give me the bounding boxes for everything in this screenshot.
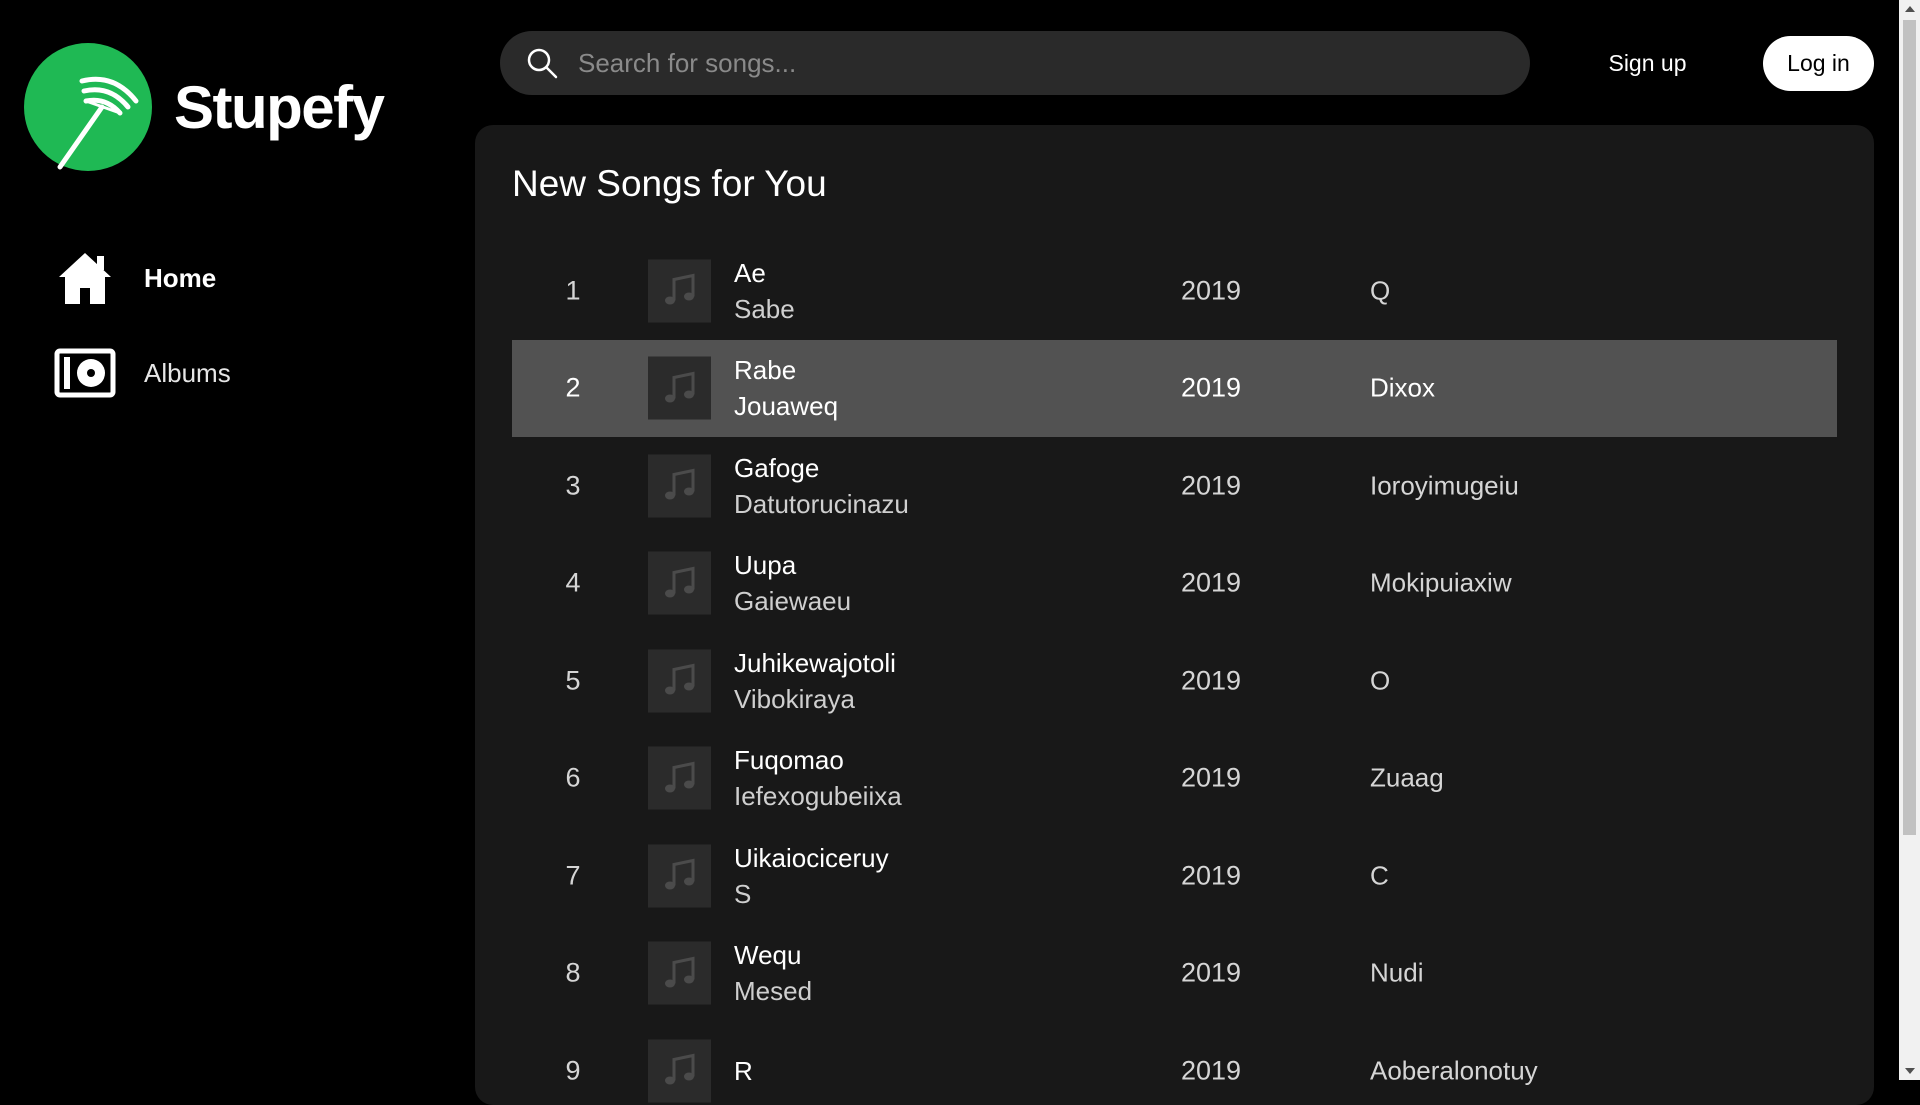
song-number: 4 (565, 567, 581, 598)
song-row[interactable]: 3 Gafoge Datutorucinazu 2019 Ioroyimugeiu (512, 437, 1837, 535)
song-album[interactable]: C (1370, 860, 1389, 891)
song-info: Uupa Gaiewaeu (734, 547, 851, 619)
song-number: 2 (565, 372, 581, 403)
music-note-icon (648, 1039, 711, 1103)
home-icon (54, 250, 116, 306)
music-note-icon (648, 259, 711, 323)
music-note-icon (648, 649, 711, 713)
song-artist[interactable]: Gaiewaeu (734, 583, 851, 619)
song-row[interactable]: 6 Fuqomao Iefexogubeiixa 2019 Zuaag (512, 730, 1837, 828)
song-album[interactable]: Q (1370, 275, 1390, 306)
song-artist[interactable]: Jouaweq (734, 388, 838, 424)
song-year: 2019 (1181, 372, 1242, 403)
search-input[interactable] (576, 46, 1530, 80)
song-year: 2019 (1181, 860, 1242, 891)
song-number: 6 (565, 762, 581, 793)
song-artist[interactable]: Mesed (734, 973, 812, 1009)
song-row[interactable]: 2 Rabe Jouaweq 2019 Dixox (512, 339, 1837, 437)
song-year: 2019 (1181, 762, 1242, 793)
song-year: 2019 (1181, 470, 1242, 501)
scrollbar[interactable] (1899, 0, 1920, 1080)
song-album[interactable]: Dixox (1370, 373, 1435, 404)
song-title[interactable]: Uupa (734, 547, 851, 583)
song-info: Uikaiociceruy S (734, 840, 889, 912)
song-album[interactable]: Aoberalonotuy (1370, 1055, 1538, 1086)
song-row[interactable]: 9 R 2019 Aoberalonotuy (512, 1022, 1837, 1105)
song-row[interactable]: 4 Uupa Gaiewaeu 2019 Mokipuiaxiw (512, 535, 1837, 633)
song-title[interactable]: Wequ (734, 937, 812, 973)
song-year: 2019 (1181, 957, 1242, 988)
song-title[interactable]: Ae (734, 255, 795, 291)
song-info: Rabe Jouaweq (734, 352, 838, 424)
song-info: Fuqomao Iefexogubeiixa (734, 742, 902, 814)
song-artist[interactable]: Sabe (734, 291, 795, 327)
song-title[interactable]: Fuqomao (734, 742, 902, 778)
sidebar: Stupefy Home Albums (0, 0, 475, 1080)
music-note-icon (648, 356, 711, 420)
song-row[interactable]: 8 Wequ Mesed 2019 Nudi (512, 925, 1837, 1023)
song-info: Ae Sabe (734, 255, 795, 327)
scrollbar-thumb[interactable] (1903, 20, 1916, 835)
song-row[interactable]: 5 Juhikewajotoli Vibokiraya 2019 O (512, 632, 1837, 730)
music-note-icon (648, 746, 711, 810)
song-year: 2019 (1181, 665, 1242, 696)
song-artist[interactable]: S (734, 876, 889, 912)
scroll-up-arrow-icon[interactable] (1899, 0, 1920, 18)
song-year: 2019 (1181, 275, 1242, 306)
music-note-icon (648, 941, 711, 1005)
song-number: 9 (565, 1055, 581, 1086)
signup-button[interactable]: Sign up (1590, 44, 1705, 82)
song-number: 5 (565, 665, 581, 696)
song-title[interactable]: Uikaiociceruy (734, 840, 889, 876)
song-artist[interactable]: Vibokiraya (734, 681, 896, 717)
song-artist[interactable]: Iefexogubeiixa (734, 778, 902, 814)
song-album[interactable]: O (1370, 665, 1390, 696)
sidebar-item-albums[interactable]: Albums (54, 345, 231, 401)
music-note-icon (648, 844, 711, 908)
song-year: 2019 (1181, 1055, 1242, 1086)
app-name: Stupefy (174, 73, 385, 141)
song-number: 1 (565, 275, 581, 306)
song-number: 8 (565, 957, 581, 988)
sidebar-item-label: Albums (144, 357, 231, 388)
song-title[interactable]: Juhikewajotoli (734, 645, 896, 681)
main-panel: New Songs for You 1 Ae Sabe 2019 Q 2 Rabe Jouaw… (475, 125, 1874, 1105)
song-info: Gafoge Datutorucinazu (734, 450, 909, 522)
song-info: Wequ Mesed (734, 937, 812, 1009)
song-title[interactable]: Gafoge (734, 450, 909, 486)
song-album[interactable]: Zuaag (1370, 763, 1444, 794)
app-logo[interactable]: Stupefy (24, 43, 385, 171)
song-year: 2019 (1181, 567, 1242, 598)
scroll-down-arrow-icon[interactable] (1899, 1062, 1920, 1080)
song-album[interactable]: Ioroyimugeiu (1370, 470, 1519, 501)
song-row[interactable]: 7 Uikaiociceruy S 2019 C (512, 827, 1837, 925)
search-bar[interactable] (500, 31, 1530, 95)
song-info: Juhikewajotoli Vibokiraya (734, 645, 896, 717)
music-note-icon (648, 551, 711, 615)
song-number: 3 (565, 470, 581, 501)
stupefy-logo-icon (24, 43, 152, 171)
song-list: 1 Ae Sabe 2019 Q 2 Rabe Jouaweq 2019 Dixox 3 Gafoge… (512, 242, 1837, 1105)
song-number: 7 (565, 860, 581, 891)
song-artist[interactable]: Datutorucinazu (734, 486, 909, 522)
section-title: New Songs for You (512, 163, 827, 204)
sidebar-item-home[interactable]: Home (54, 250, 216, 306)
song-title[interactable]: R (734, 1053, 753, 1089)
song-title[interactable]: Rabe (734, 352, 838, 388)
song-info: R (734, 1053, 753, 1089)
sidebar-item-label: Home (144, 262, 217, 293)
login-button[interactable]: Log in (1763, 36, 1874, 91)
song-album[interactable]: Nudi (1370, 958, 1423, 989)
search-icon[interactable] (526, 47, 558, 79)
album-icon (54, 345, 116, 401)
song-album[interactable]: Mokipuiaxiw (1370, 568, 1512, 599)
song-row[interactable]: 1 Ae Sabe 2019 Q (512, 242, 1837, 340)
music-note-icon (648, 454, 711, 518)
